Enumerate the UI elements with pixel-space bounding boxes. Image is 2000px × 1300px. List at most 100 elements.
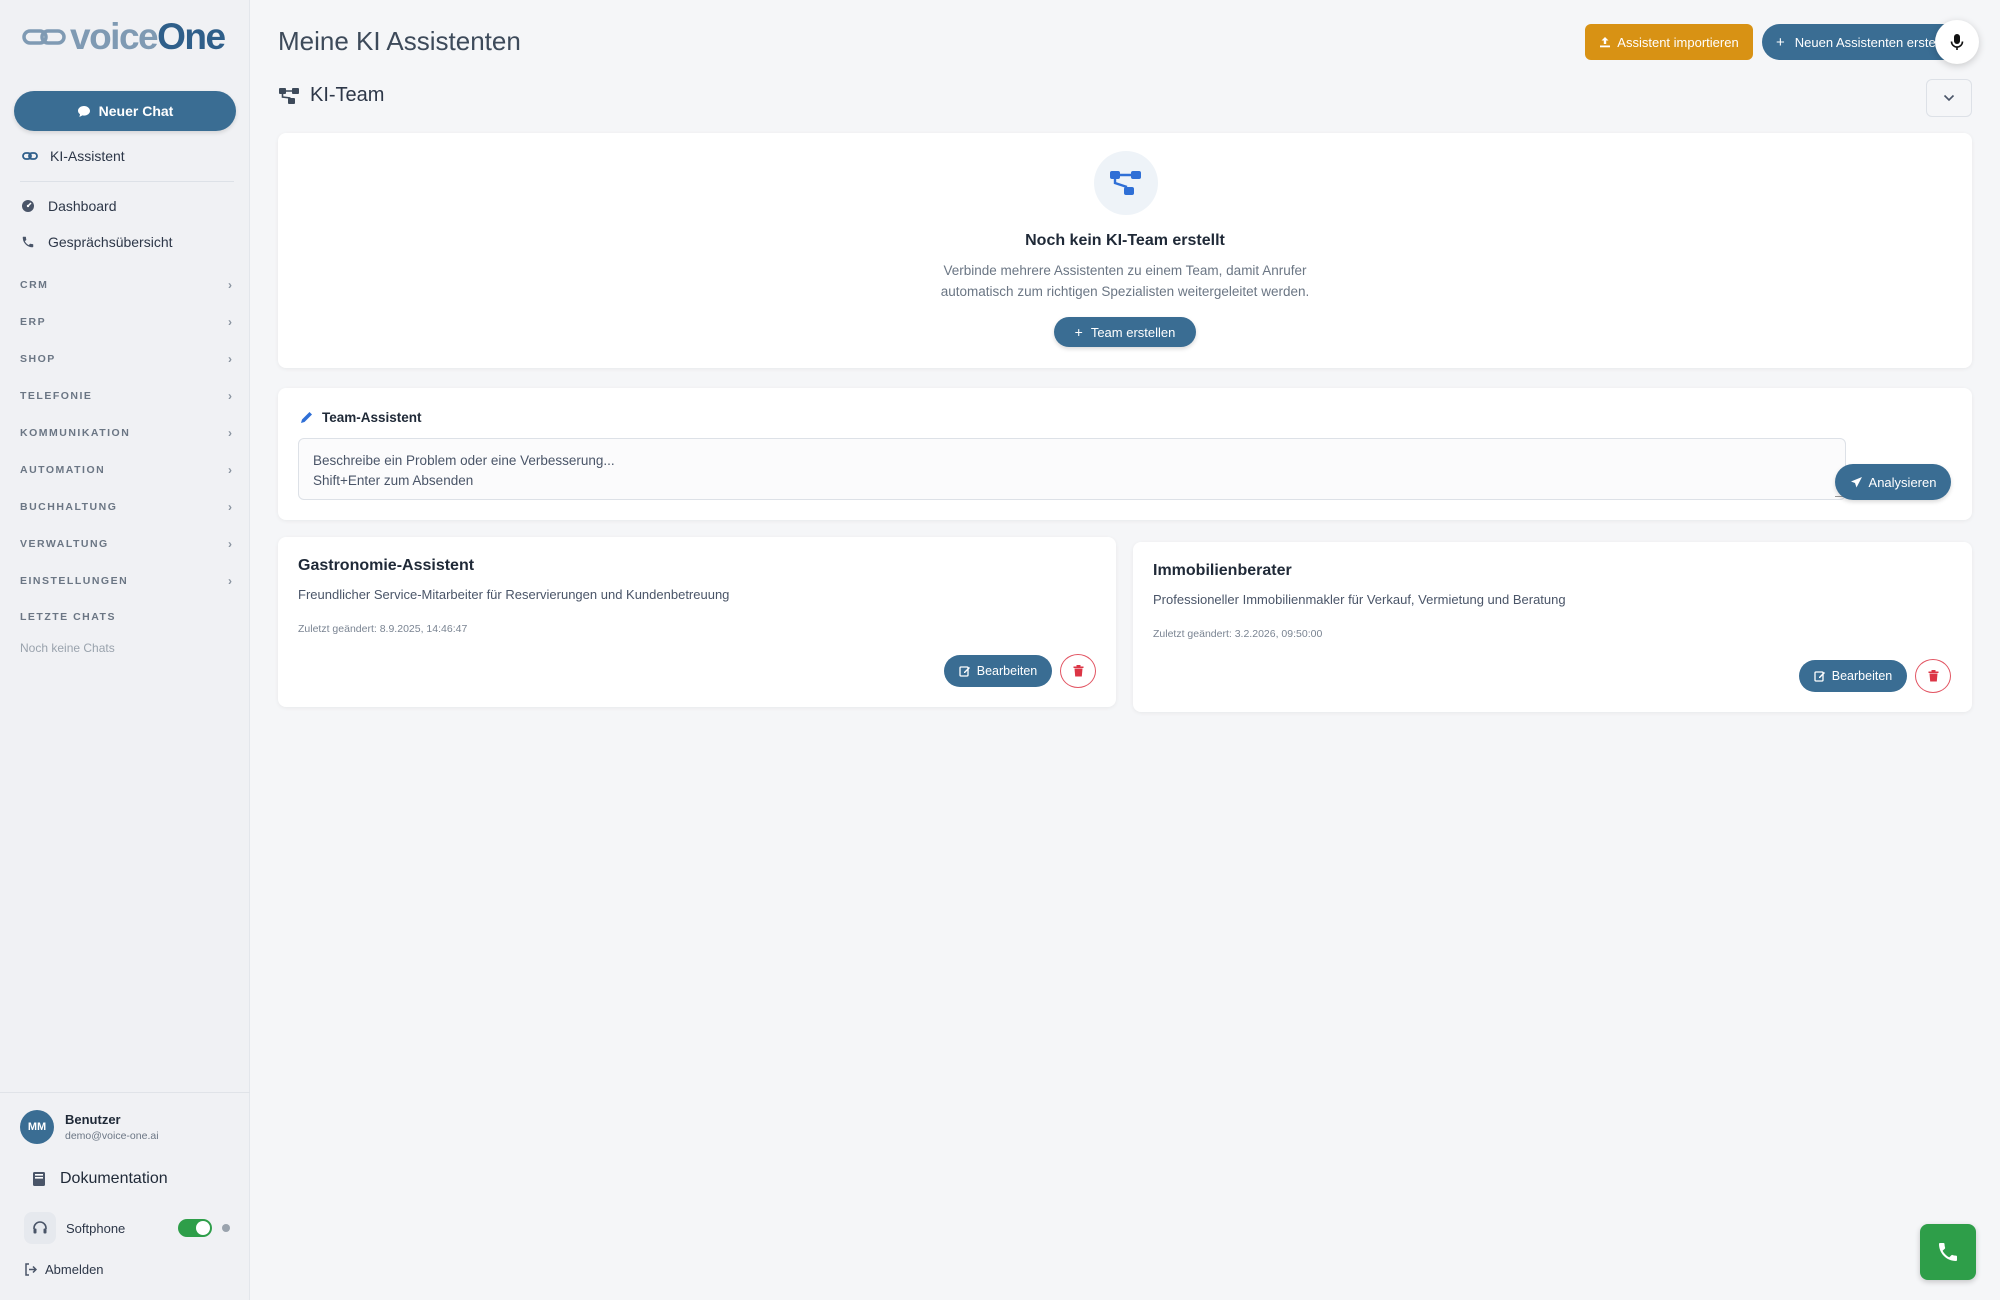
input-placeholder: Beschreibe ein Problem oder eine Verbess… (313, 453, 615, 468)
book-icon (33, 1172, 45, 1186)
edit-icon (959, 666, 970, 677)
section-crm[interactable]: CRM › (20, 278, 232, 292)
chevron-down-icon (1943, 94, 1955, 102)
logo[interactable]: voiceOne (22, 16, 226, 57)
assistant-description: Professioneller Immobilienmakler für Ver… (1153, 592, 1566, 607)
dashboard-icon (20, 198, 36, 214)
sidebar-item-dashboard[interactable]: Dashboard (20, 198, 117, 214)
chat-icon (77, 105, 90, 117)
section-label: VERWALTUNG (20, 538, 109, 550)
new-chat-button[interactable]: Neuer Chat (14, 91, 236, 131)
section-label: AUTOMATION (20, 464, 106, 476)
section-shop[interactable]: SHOP › (20, 352, 232, 366)
documentation-link[interactable]: Dokumentation (32, 1170, 168, 1188)
create-team-button[interactable]: + Team erstellen (1054, 317, 1196, 347)
chevron-right-icon: › (228, 463, 232, 477)
section-erp[interactable]: ERP › (20, 315, 232, 329)
edit-icon (1814, 671, 1825, 682)
page-title: Meine KI Assistenten (278, 26, 521, 56)
chevron-right-icon: › (228, 352, 232, 366)
sidebar-item-gespraechsuebersicht[interactable]: Gesprächsübersicht (20, 234, 173, 250)
logout-link[interactable]: Abmelden (24, 1262, 104, 1277)
sidebar-item-ki-assistent[interactable]: KI-Assistent (22, 148, 125, 164)
assistant-card: Gastronomie-Assistent Freundlicher Servi… (278, 537, 1116, 707)
sidebar-item-label: Gesprächsübersicht (48, 234, 173, 250)
section-label: TELEFONIE (20, 390, 93, 402)
user-name: Benutzer (65, 1112, 121, 1127)
logout-icon (25, 1263, 37, 1276)
edit-button[interactable]: Bearbeiten (1799, 660, 1907, 692)
plus-icon: + (1074, 324, 1083, 340)
softphone-row: Softphone (24, 1212, 230, 1244)
section-label: CRM (20, 279, 49, 291)
trash-icon (1073, 665, 1083, 677)
analyze-button[interactable]: Analysieren (1835, 464, 1951, 500)
edit-button[interactable]: Bearbeiten (944, 655, 1052, 687)
plus-icon: + (1776, 33, 1785, 51)
input-placeholder: Shift+Enter zum Absenden (313, 473, 474, 488)
import-label: Assistent importieren (1617, 34, 1739, 50)
section-label: LETZTE CHATS (20, 611, 116, 623)
user-email: demo@voice-one.ai (65, 1130, 159, 1142)
logo-text: voiceOne (70, 16, 226, 57)
new-assistant-label: Neuen Assistenten erstellen (1794, 34, 1956, 50)
microphone-icon (1950, 34, 1964, 50)
assistant-description: Freundlicher Service-Mitarbeiter für Res… (298, 587, 730, 602)
collapse-team-button[interactable] (1926, 79, 1972, 117)
sitemap-icon (279, 87, 299, 104)
create-team-label: Team erstellen (1090, 324, 1176, 340)
status-dot (222, 1224, 230, 1232)
logo-link-icon (22, 28, 66, 45)
softphone-toggle[interactable] (178, 1219, 212, 1237)
section-kommunikation[interactable]: KOMMUNIKATION › (20, 426, 232, 440)
empty-description-line: Verbinde mehrere Assistenten zu einem Te… (943, 263, 1307, 278)
edit-label: Bearbeiten (1831, 669, 1893, 683)
chevron-right-icon: › (228, 389, 232, 403)
user-profile[interactable]: MM Benutzer demo@voice-one.ai (20, 1110, 159, 1144)
team-section-heading: KI-Team (278, 84, 384, 107)
softphone-label: Softphone (66, 1220, 126, 1236)
documentation-label: Dokumentation (60, 1170, 168, 1187)
assistant-card: Immobilienberater Professioneller Immobi… (1133, 542, 1972, 712)
avatar: MM (20, 1110, 54, 1144)
assistant-last-changed: Zuletzt geändert: 8.9.2025, 14:46:47 (298, 623, 468, 635)
phone-icon (20, 234, 36, 250)
delete-button[interactable] (1915, 659, 1951, 693)
new-chat-label: Neuer Chat (98, 103, 174, 119)
pencil-icon (301, 412, 312, 423)
microphone-button[interactable] (1935, 20, 1979, 64)
phone-icon (1939, 1243, 1957, 1261)
trash-icon (1928, 670, 1938, 682)
sidebar-item-label: KI-Assistent (50, 148, 125, 164)
chevron-right-icon: › (228, 574, 232, 588)
section-label: EINSTELLUNGEN (20, 575, 129, 587)
team-title: KI-Team (310, 84, 385, 106)
sidebar-item-label: Dashboard (48, 198, 117, 214)
section-einstellungen[interactable]: EINSTELLUNGEN › (20, 574, 232, 588)
section-automation[interactable]: AUTOMATION › (20, 463, 232, 477)
section-label: SHOP (20, 353, 56, 365)
assistant-name: Gastronomie-Assistent (298, 557, 475, 574)
headset-icon (24, 1212, 56, 1244)
team-empty-state: Noch kein KI-Team erstellt Verbinde mehr… (278, 133, 1972, 368)
sidebar: voiceOne Neuer Chat KI-Assistent Dashboa… (0, 0, 250, 1300)
chevron-right-icon: › (228, 278, 232, 292)
empty-description-line: automatisch zum richtigen Spezialisten w… (940, 284, 1310, 299)
team-assistant-card: Team-Assistent Beschreibe ein Problem od… (278, 388, 1972, 520)
upload-icon (1600, 37, 1611, 48)
empty-title: Noch kein KI-Team erstellt (1025, 232, 1225, 249)
divider (20, 181, 234, 182)
logout-label: Abmelden (45, 1262, 104, 1277)
sitemap-icon (1094, 151, 1158, 215)
section-telefonie[interactable]: TELEFONIE › (20, 389, 232, 403)
import-assistant-button[interactable]: Assistent importieren (1585, 24, 1753, 60)
delete-button[interactable] (1060, 654, 1096, 688)
team-assistant-heading: Team-Assistent (299, 410, 422, 425)
chevron-right-icon: › (228, 500, 232, 514)
no-chats-text: Noch keine Chats (20, 641, 115, 655)
section-buchhaltung[interactable]: BUCHHALTUNG › (20, 500, 232, 514)
team-assistant-input[interactable]: Beschreibe ein Problem oder eine Verbess… (298, 438, 1846, 500)
section-label: BUCHHALTUNG (20, 501, 118, 513)
section-verwaltung[interactable]: VERWALTUNG › (20, 537, 232, 551)
softphone-call-button[interactable] (1920, 1224, 1976, 1280)
